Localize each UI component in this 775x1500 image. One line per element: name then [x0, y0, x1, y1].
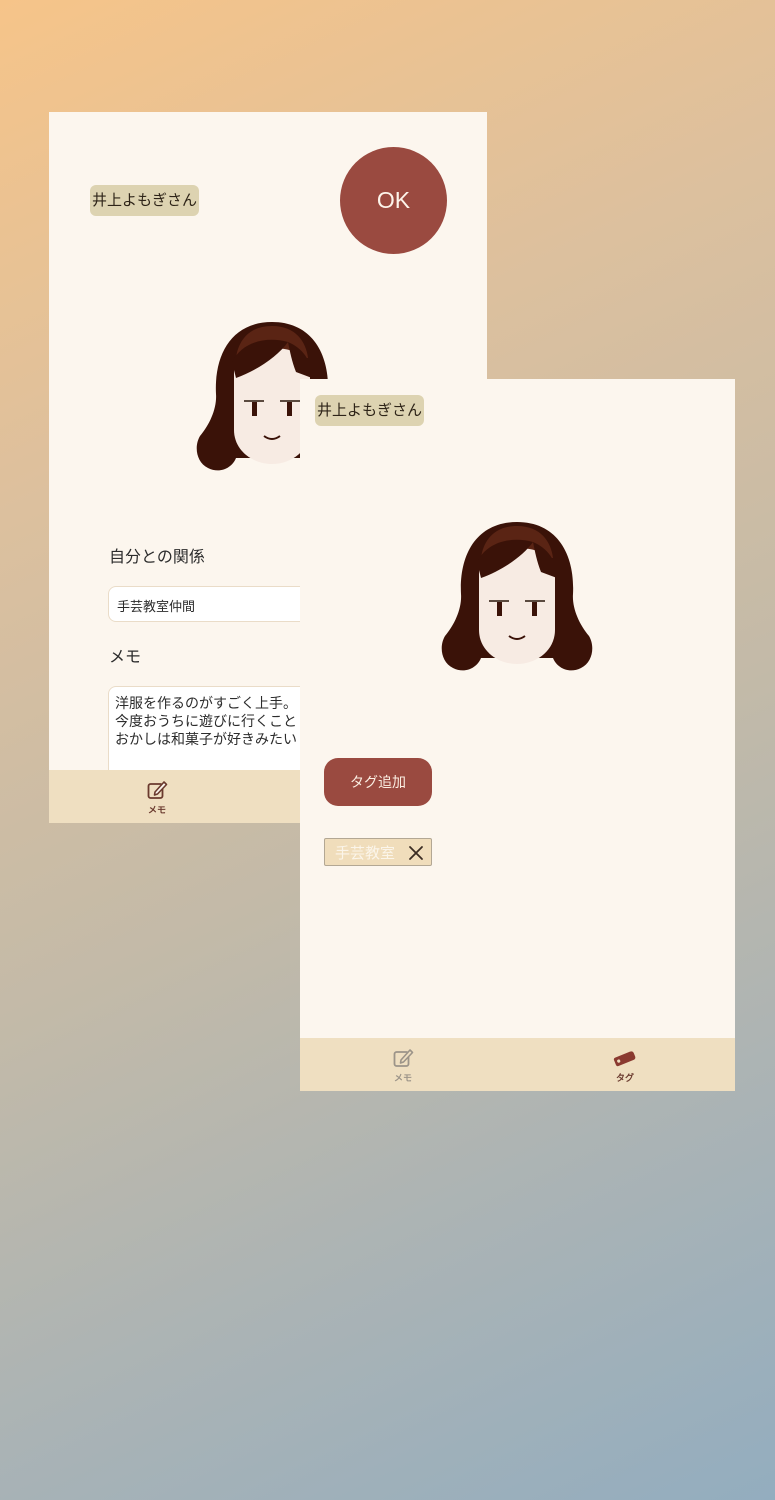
add-tag-button[interactable]: タグ追加 — [324, 758, 432, 806]
relation-label: 自分との関係 — [109, 547, 205, 566]
tab-tag[interactable]: タグ — [585, 1038, 665, 1091]
tag-icon — [613, 1051, 636, 1067]
tab-memo-label: メモ — [147, 806, 166, 816]
person-name-chip: 井上よもぎさん — [315, 395, 425, 426]
tab-memo[interactable]: メモ — [363, 1038, 443, 1091]
tab-tag-label: タグ — [615, 1074, 634, 1084]
close-icon[interactable] — [408, 845, 424, 861]
memo-pencil-icon — [147, 781, 168, 799]
tab-memo-label: メモ — [393, 1074, 412, 1084]
tab-memo[interactable]: メモ — [117, 770, 197, 823]
tag-screen: 井上よもぎさん タグ追加 手芸教室 メモ タグ — [300, 379, 735, 1091]
tab-bar: メモ タグ — [300, 1038, 735, 1091]
person-avatar-illustration — [441, 522, 593, 671]
person-name-chip: 井上よもぎさん — [90, 185, 200, 216]
ok-button[interactable]: OK — [340, 147, 447, 254]
tag-chip-label: 手芸教室 — [335, 843, 396, 862]
tag-chip[interactable]: 手芸教室 — [324, 838, 432, 866]
memo-label: メモ — [109, 647, 142, 666]
memo-pencil-icon — [393, 1049, 414, 1067]
